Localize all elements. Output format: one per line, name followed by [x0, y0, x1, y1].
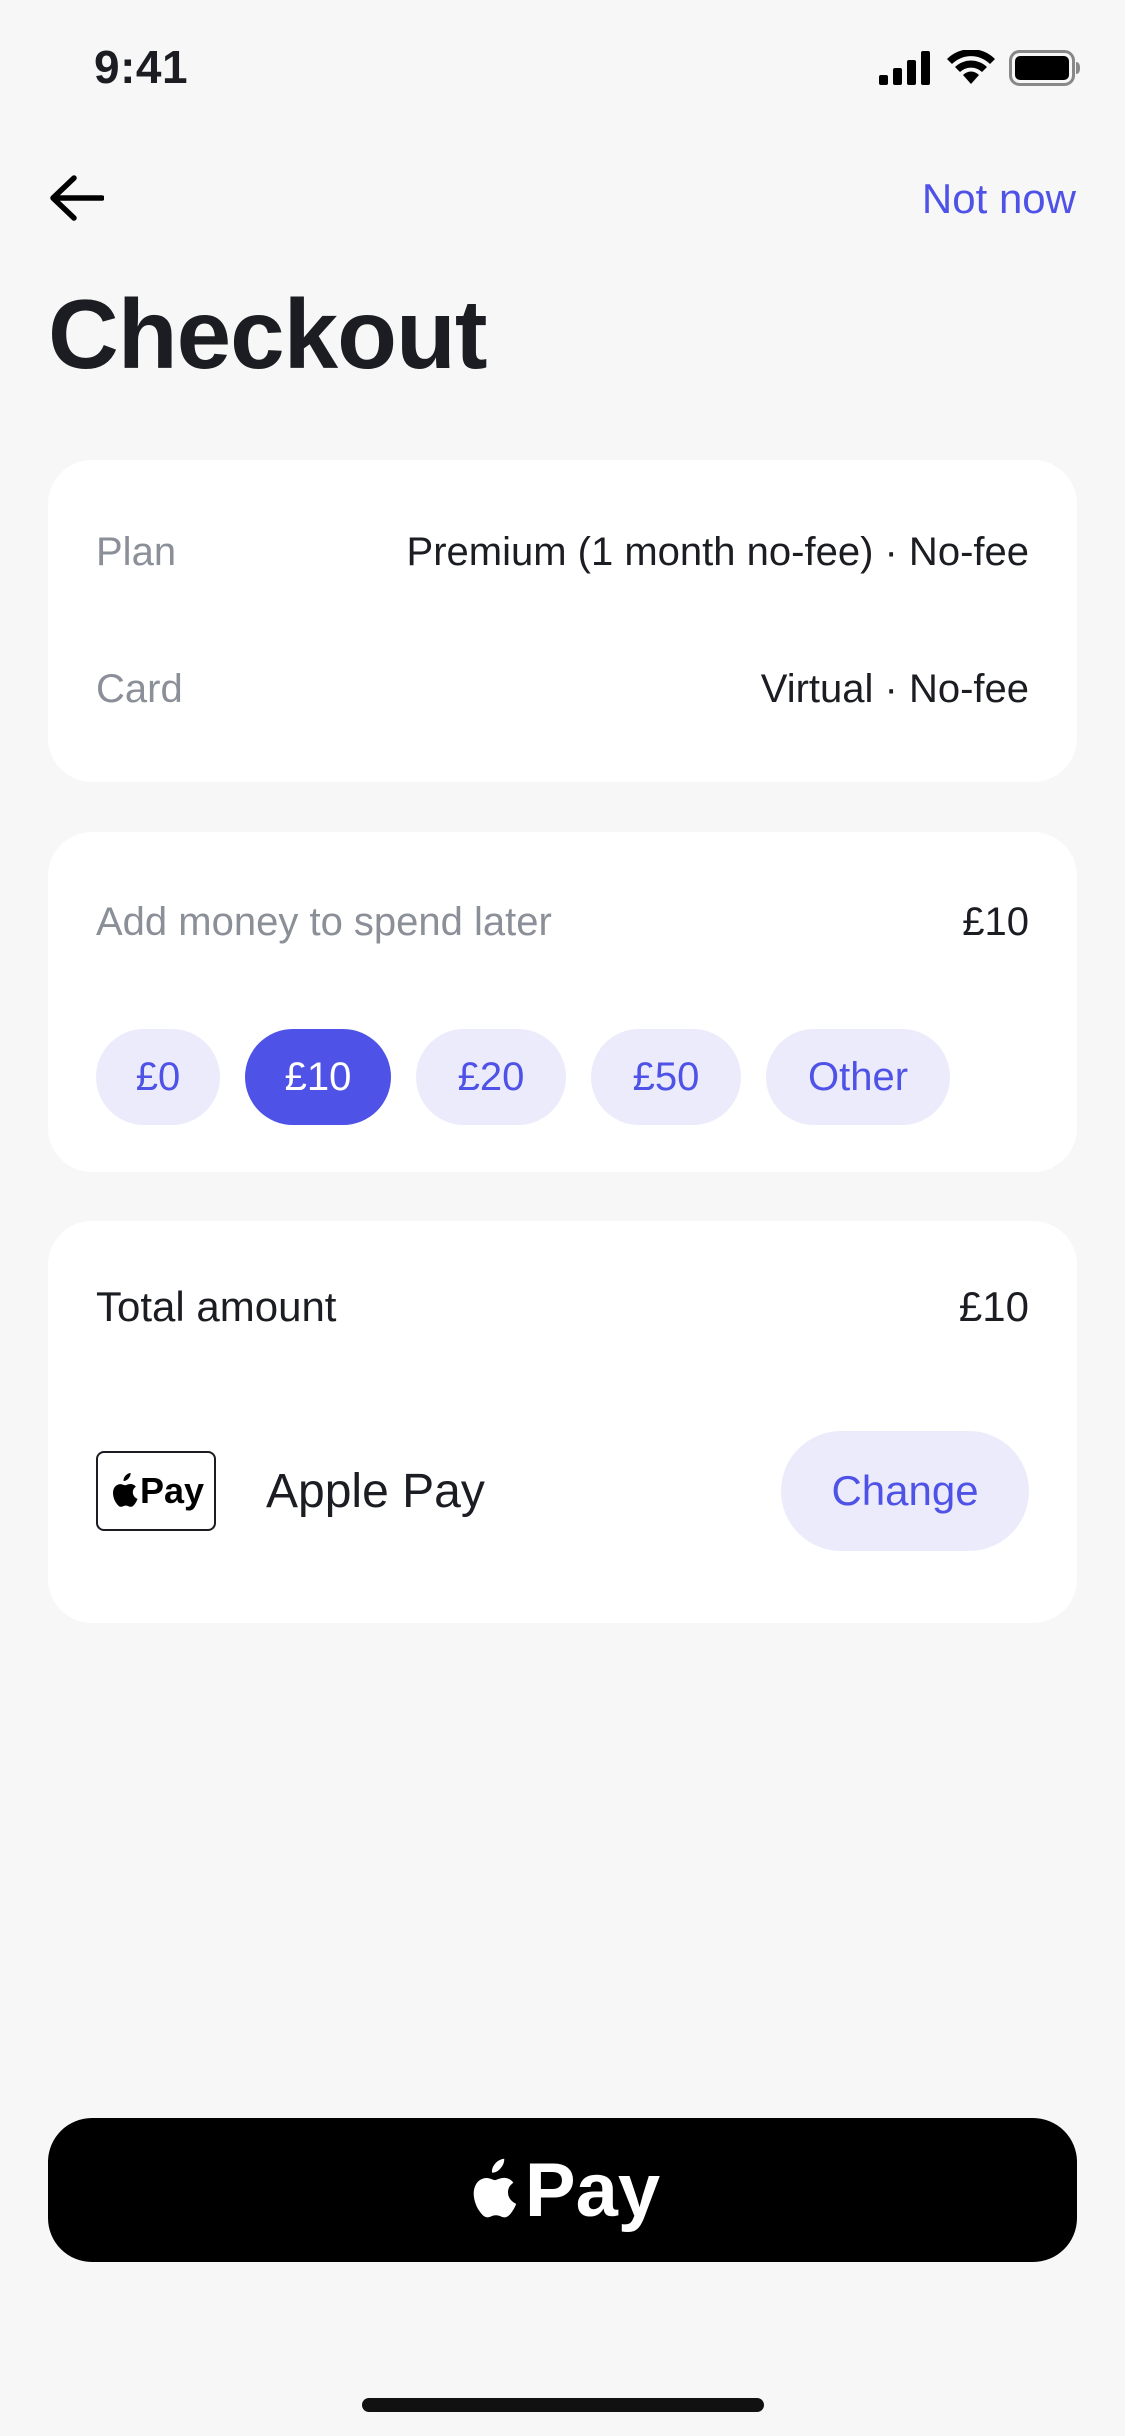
total-card: Total amount £10 Pay Apple Pay Change: [48, 1221, 1077, 1623]
add-money-value: £10: [962, 900, 1029, 944]
apple-logo-icon: [112, 1473, 138, 1507]
amount-chip[interactable]: £0: [96, 1029, 220, 1125]
amount-chip-other[interactable]: Other: [766, 1029, 950, 1125]
plan-row: Plan Premium (1 month no-fee) · No-fee: [96, 530, 1029, 575]
plan-value: Premium (1 month no-fee) · No-fee: [406, 530, 1029, 574]
add-money-label: Add money to spend later: [96, 900, 552, 944]
payment-method-row: Pay Apple Pay Change: [96, 1431, 1029, 1551]
not-now-button[interactable]: Not now: [922, 175, 1076, 223]
apple-logo-icon: [473, 2158, 517, 2218]
total-value: £10: [958, 1283, 1029, 1330]
apple-pay-button-label: Pay: [524, 2147, 661, 2233]
cellular-signal-icon: [879, 51, 930, 85]
battery-icon: [1009, 50, 1080, 86]
card-row: Card Virtual · No-fee: [96, 667, 1029, 712]
change-payment-button[interactable]: Change: [781, 1431, 1029, 1551]
total-label: Total amount: [96, 1283, 337, 1330]
plan-label: Plan: [96, 530, 177, 574]
add-money-row: Add money to spend later £10: [96, 900, 1029, 945]
amount-chip[interactable]: £20: [416, 1029, 566, 1125]
back-button[interactable]: [44, 166, 108, 230]
amount-chips: £0 £10 £20 £50 Other: [96, 1029, 950, 1125]
payment-method-name: Apple Pay: [266, 1464, 485, 1518]
apple-pay-button[interactable]: Pay: [48, 2118, 1077, 2262]
amount-chip-selected[interactable]: £10: [245, 1029, 391, 1125]
home-indicator[interactable]: [362, 2398, 764, 2412]
status-time: 9:41: [94, 41, 189, 93]
amount-chip[interactable]: £50: [591, 1029, 741, 1125]
page-title: Checkout: [48, 279, 488, 389]
checkout-screen: 9:41 Not now Checkout Plan Premium (1 mo…: [0, 0, 1125, 2436]
add-money-card: Add money to spend later £10 £0 £10 £20 …: [48, 832, 1077, 1172]
arrow-left-icon: [50, 175, 104, 221]
card-value: Virtual · No-fee: [760, 667, 1029, 711]
status-icons: [879, 50, 1081, 86]
plan-summary-card: Plan Premium (1 month no-fee) · No-fee C…: [48, 460, 1077, 782]
card-label: Card: [96, 667, 183, 711]
wifi-icon: [947, 50, 995, 84]
apple-pay-badge: Pay: [96, 1451, 216, 1531]
apple-pay-badge-text: Pay: [139, 1470, 205, 1511]
total-row: Total amount £10: [96, 1283, 1029, 1331]
